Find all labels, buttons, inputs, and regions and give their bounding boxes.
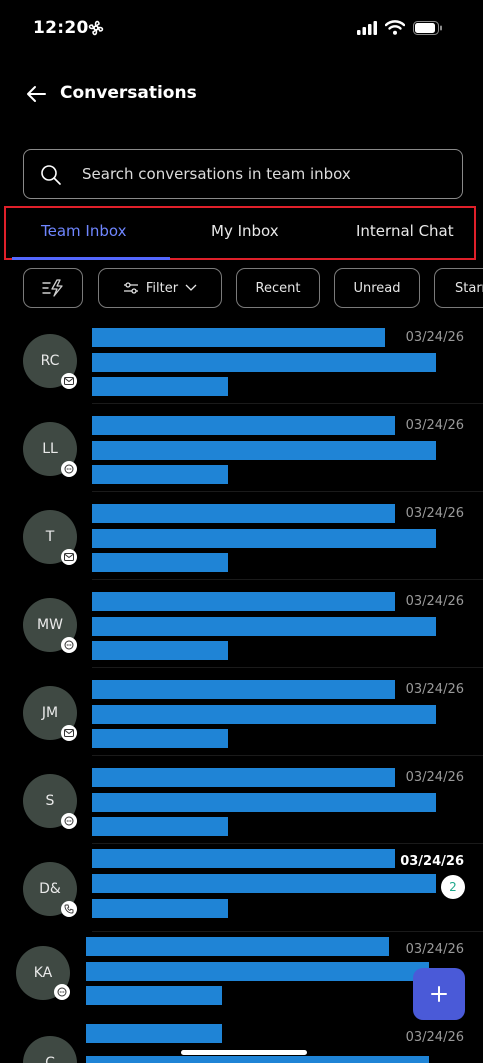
wifi-icon — [385, 20, 405, 35]
active-tab-indicator — [12, 257, 170, 260]
redacted-meta — [92, 817, 228, 836]
tab-internal-chat[interactable]: Internal Chat — [356, 222, 454, 240]
conversation-row[interactable]: D& 03/24/26 2 — [0, 844, 483, 932]
conversation-row[interactable]: S 03/24/26 — [0, 756, 483, 844]
redacted-message-preview — [92, 705, 436, 724]
conversation-date: 03/24/26 — [405, 770, 464, 785]
redacted-meta — [92, 377, 228, 396]
redacted-contact-name — [92, 680, 395, 699]
tab-team-inbox[interactable]: Team Inbox — [41, 222, 126, 240]
conversation-date: 03/24/26 — [405, 418, 464, 433]
starred-chip-label: Starr — [455, 280, 483, 296]
conversation-row[interactable]: LL 03/24/26 — [0, 404, 483, 492]
avatar-initials: LL — [42, 441, 58, 457]
home-indicator — [181, 1050, 307, 1055]
redacted-message-preview — [92, 441, 436, 460]
filter-bar: Filter Recent Unread Starr — [0, 268, 483, 310]
redacted-message-preview — [92, 617, 436, 636]
recent-chip-label: Recent — [255, 280, 301, 296]
chevron-down-icon — [185, 284, 197, 291]
avatar-initials: JM — [41, 705, 59, 721]
lightning-filter-icon — [42, 279, 63, 297]
phone-icon — [61, 901, 77, 917]
redacted-message-preview — [92, 793, 436, 812]
conversation-date: 03/24/26 — [405, 942, 464, 957]
conversation-date: 03/24/26 — [405, 1030, 464, 1045]
redacted-contact-name — [92, 592, 395, 611]
redacted-contact-name — [92, 328, 385, 347]
starred-filter-chip[interactable]: Starr — [434, 268, 483, 308]
header: Conversations — [0, 74, 483, 114]
redacted-contact-name — [86, 937, 389, 956]
avatar-initials: MW — [37, 617, 63, 633]
conversation-date: 03/24/26 — [405, 330, 464, 345]
conversation-date: 03/24/26 — [405, 594, 464, 609]
redacted-message-preview — [92, 874, 436, 893]
conversation-row[interactable]: T 03/24/26 — [0, 492, 483, 580]
unread-chip-label: Unread — [353, 280, 401, 296]
conversation-row[interactable]: JM 03/24/26 — [0, 668, 483, 756]
tab-my-inbox[interactable]: My Inbox — [211, 222, 279, 240]
conversation-date: 03/24/26 — [400, 854, 464, 869]
battery-icon — [413, 20, 442, 35]
back-arrow-icon[interactable] — [24, 82, 48, 106]
redacted-message-preview — [86, 962, 429, 981]
avatar-initials: RC — [40, 353, 60, 369]
unread-count-badge: 2 — [441, 875, 465, 899]
redacted-meta — [92, 465, 228, 484]
conversation-row[interactable]: C 03/24/26 — [0, 1020, 483, 1063]
avatar: C — [23, 1036, 77, 1063]
avatar-initials: T — [45, 529, 55, 545]
email-icon — [61, 373, 77, 389]
status-icons — [357, 20, 443, 35]
email-icon — [61, 725, 77, 741]
new-conversation-button[interactable] — [413, 968, 465, 1020]
redacted-message-preview — [92, 353, 436, 372]
avatar-initials: S — [45, 793, 55, 809]
search-box[interactable] — [23, 149, 463, 199]
redacted-meta — [92, 641, 228, 660]
avatar-initials: D& — [39, 881, 61, 897]
quick-filter-button[interactable] — [23, 268, 83, 308]
redacted-meta — [92, 553, 228, 572]
status-bar: 12:20 — [0, 0, 483, 60]
redacted-contact-name — [92, 849, 395, 868]
conversation-row[interactable]: MW 03/24/26 — [0, 580, 483, 668]
signal-icon — [357, 20, 377, 35]
page-title: Conversations — [60, 83, 197, 103]
chat-icon — [61, 461, 77, 477]
redacted-meta — [92, 899, 228, 918]
search-icon — [41, 165, 61, 185]
tab-bar: Team Inbox My Inbox Internal Chat — [4, 206, 476, 260]
redacted-meta — [86, 986, 222, 1005]
avatar-initials: C — [45, 1055, 55, 1063]
redacted-contact-name — [92, 768, 395, 787]
redacted-contact-name — [92, 416, 395, 435]
unread-filter-chip[interactable]: Unread — [334, 268, 420, 308]
conversation-date: 03/24/26 — [405, 682, 464, 697]
conversation-row[interactable]: KA 03/24/26 — [0, 932, 483, 1020]
redacted-message-preview — [86, 1056, 429, 1063]
status-time: 12:20 — [33, 18, 89, 38]
search-input[interactable] — [82, 150, 452, 198]
fan-icon — [88, 20, 104, 36]
sliders-icon — [123, 282, 138, 294]
recent-filter-chip[interactable]: Recent — [236, 268, 320, 308]
avatar-initials: KA — [33, 965, 53, 981]
chat-icon — [61, 813, 77, 829]
redacted-message-preview — [92, 529, 436, 548]
chat-icon — [61, 637, 77, 653]
redacted-contact-name — [86, 1024, 222, 1043]
email-icon — [61, 549, 77, 565]
plus-icon — [431, 986, 447, 1002]
chat-icon — [54, 984, 70, 1000]
redacted-contact-name — [92, 504, 395, 523]
redacted-meta — [92, 729, 228, 748]
filter-label: Filter — [145, 280, 179, 296]
conversation-row[interactable]: RC 03/24/26 — [0, 316, 483, 404]
filter-button[interactable]: Filter — [98, 268, 222, 308]
conversation-date: 03/24/26 — [405, 506, 464, 521]
